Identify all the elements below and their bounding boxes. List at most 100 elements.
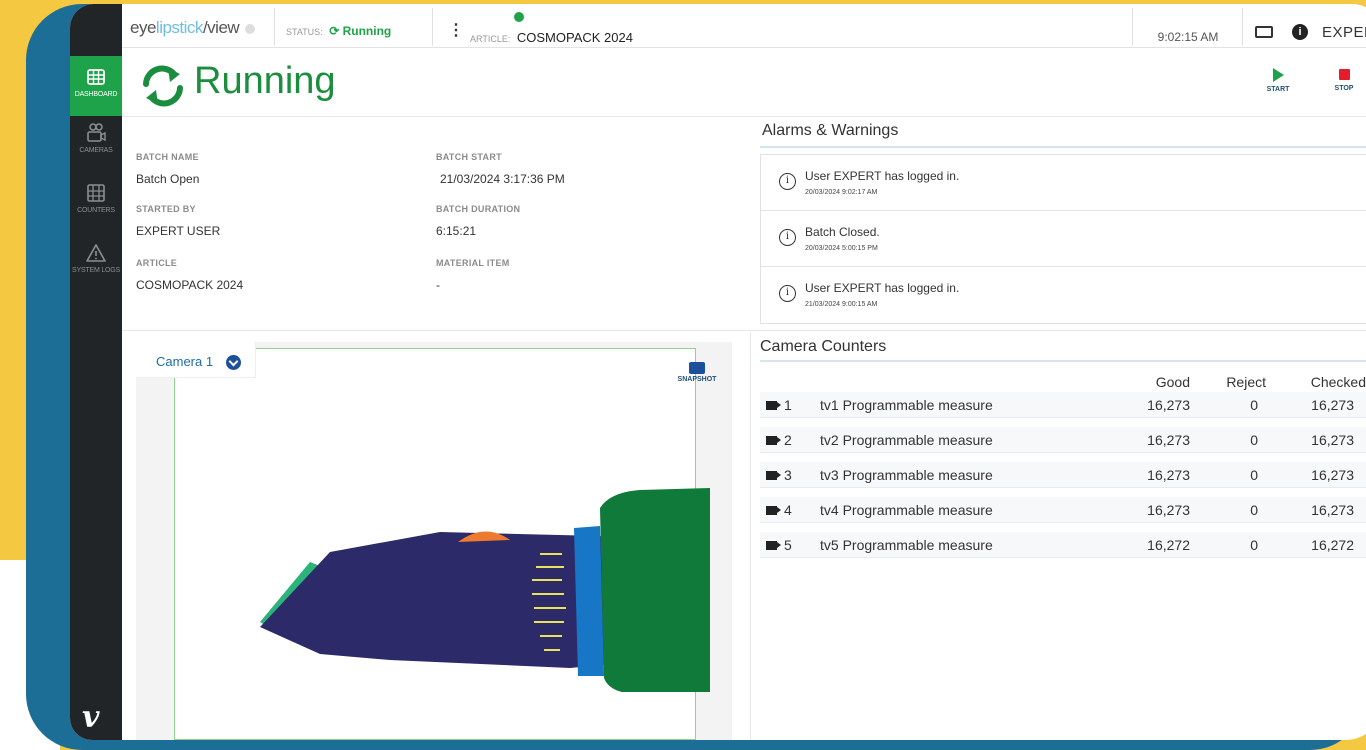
- counter-checked: 16,273: [1311, 397, 1354, 413]
- alarm-item[interactable]: i Batch Closed. 20/03/2024 5:00:15 PM: [761, 211, 1366, 267]
- status-label: STATUS:: [286, 27, 323, 37]
- divider: [274, 8, 275, 46]
- info-icon: i: [779, 229, 796, 246]
- article-label: ARTICLE: [136, 258, 178, 268]
- divider: [122, 330, 1366, 331]
- app-brand: eyelipstick/view: [130, 18, 256, 38]
- divider: [432, 8, 433, 46]
- top-bar: eyelipstick/view STATUS: ⟳ Running ⋮ ART…: [122, 4, 1366, 48]
- counter-name: tv1 Programmable measure: [820, 397, 993, 413]
- batch-start-value: 21/03/2024 3:17:36 PM: [440, 172, 565, 186]
- counter-name: tv5 Programmable measure: [820, 537, 993, 553]
- top-article: ARTICLE: COSMOPACK 2024: [470, 30, 633, 45]
- counter-good: 16,273: [1147, 397, 1190, 413]
- counter-checked: 16,272: [1311, 537, 1354, 553]
- counter-name: tv4 Programmable measure: [820, 502, 993, 518]
- table-row[interactable]: 3 tv3 Programmable measure 16,273 0 16,2…: [760, 462, 1366, 488]
- counter-reject: 0: [1250, 467, 1258, 483]
- camera-selector[interactable]: Camera 1: [136, 342, 256, 378]
- sidebar: DASHBOARD CAMERAS COUNTERS SYSTEM LOGS v: [70, 4, 122, 740]
- camera-tab-label: Camera 1: [156, 354, 214, 369]
- kebab-menu-icon[interactable]: ⋮: [448, 20, 464, 40]
- start-button[interactable]: START: [1258, 66, 1298, 102]
- sidebar-item-label: CAMERAS: [79, 147, 113, 154]
- sidebar-item-cameras[interactable]: CAMERAS: [70, 122, 122, 182]
- lipstick-image: [260, 488, 710, 692]
- chevron-down-icon[interactable]: [226, 355, 241, 370]
- clock-time: 9:02:15 AM: [1157, 30, 1219, 44]
- table-row[interactable]: 1 tv1 Programmable measure 16,273 0 16,2…: [760, 392, 1366, 418]
- counter-good: 16,273: [1147, 432, 1190, 448]
- snapshot-button[interactable]: SNAPSHOT: [672, 362, 722, 383]
- status-value-text: Running: [342, 24, 392, 38]
- alarm-item[interactable]: i User EXPERT has logged in. 20/03/2024 …: [761, 155, 1366, 211]
- started-by-value: EXPERT USER: [136, 224, 221, 238]
- sidebar-item-label: SYSTEM LOGS: [72, 267, 120, 274]
- video-camera-icon: [766, 401, 777, 410]
- table-row[interactable]: 2 tv2 Programmable measure 16,273 0 16,2…: [760, 427, 1366, 453]
- alarms-list: i User EXPERT has logged in. 20/03/2024 …: [760, 154, 1366, 324]
- counter-number: 5: [784, 537, 792, 553]
- sidebar-item-label: COUNTERS: [77, 207, 115, 214]
- counter-number: 1: [784, 397, 792, 413]
- divider: [760, 146, 1366, 148]
- info-icon: i: [779, 285, 796, 302]
- column-header-checked[interactable]: Checked: [1296, 374, 1366, 390]
- counter-reject: 0: [1250, 432, 1258, 448]
- article-label: ARTICLE:: [470, 34, 511, 44]
- brand-prefix: eye: [130, 18, 156, 37]
- stop-label: STOP: [1334, 85, 1354, 92]
- alarm-message: User EXPERT has logged in.: [805, 281, 960, 295]
- sidebar-item-counters[interactable]: COUNTERS: [70, 182, 122, 242]
- alarm-message: User EXPERT has logged in.: [805, 169, 960, 183]
- divider: [750, 330, 751, 740]
- brand-suffix: /view: [202, 18, 240, 37]
- counter-number: 3: [784, 467, 792, 483]
- divider: [1242, 8, 1243, 46]
- alarm-item[interactable]: i User EXPERT has logged in. 21/03/2024 …: [761, 267, 1366, 323]
- refresh-icon: [143, 65, 183, 107]
- article-value: COSMOPACK 2024: [136, 278, 244, 292]
- counter-good: 16,272: [1147, 537, 1190, 553]
- table-row[interactable]: 4 tv4 Programmable measure 16,273 0 16,2…: [760, 497, 1366, 523]
- snapshot-label: SNAPSHOT: [677, 376, 717, 383]
- sidebar-item-dashboard[interactable]: DASHBOARD: [70, 56, 122, 116]
- table-row[interactable]: 5 tv5 Programmable measure 16,272 0 16,2…: [760, 532, 1366, 558]
- counter-name: tv3 Programmable measure: [820, 467, 993, 483]
- article-value: COSMOPACK 2024: [516, 30, 633, 45]
- counter-reject: 0: [1250, 537, 1258, 553]
- user-menu[interactable]: EXPERT: [1322, 24, 1366, 41]
- brand-logo: v: [82, 700, 100, 735]
- brand-dropdown-icon[interactable]: [245, 23, 256, 34]
- material-item-value: -: [436, 278, 440, 292]
- alarm-time: 21/03/2024 9:00:15 AM: [805, 301, 878, 308]
- sidebar-item-system-logs[interactable]: SYSTEM LOGS: [70, 242, 122, 302]
- batch-duration-value: 6:15:21: [436, 224, 477, 238]
- top-status: STATUS: ⟳ Running: [286, 24, 391, 38]
- video-camera-icon: [766, 541, 777, 550]
- video-camera-icon: [766, 506, 777, 515]
- info-icon[interactable]: i: [1292, 24, 1308, 40]
- counter-number: 2: [784, 432, 792, 448]
- warning-icon: [86, 244, 106, 262]
- counters-title: Camera Counters: [760, 338, 887, 355]
- status-value: ⟳ Running: [329, 24, 392, 38]
- counter-reject: 0: [1250, 397, 1258, 413]
- cameras-icon: [87, 123, 106, 142]
- device-frame: DASHBOARD CAMERAS COUNTERS SYSTEM LOGS v…: [26, 4, 1366, 750]
- dashboard-icon: [87, 69, 105, 85]
- batch-duration-label: BATCH DURATION: [436, 204, 521, 214]
- batch-start-label: BATCH START: [436, 152, 502, 162]
- column-header-reject[interactable]: Reject: [1210, 374, 1266, 390]
- started-by-label: STARTED BY: [136, 204, 196, 214]
- video-camera-icon: [766, 436, 777, 445]
- alarm-time: 20/03/2024 9:02:17 AM: [805, 189, 878, 196]
- sidebar-item-label: DASHBOARD: [74, 91, 118, 98]
- stop-button[interactable]: STOP: [1324, 66, 1364, 102]
- counters-icon: [87, 184, 105, 202]
- counter-good: 16,273: [1147, 502, 1190, 518]
- alarms-title: Alarms & Warnings: [762, 122, 899, 139]
- keyboard-icon[interactable]: [1255, 26, 1273, 38]
- status-indicator-icon: [514, 12, 524, 22]
- column-header-good[interactable]: Good: [1130, 374, 1190, 390]
